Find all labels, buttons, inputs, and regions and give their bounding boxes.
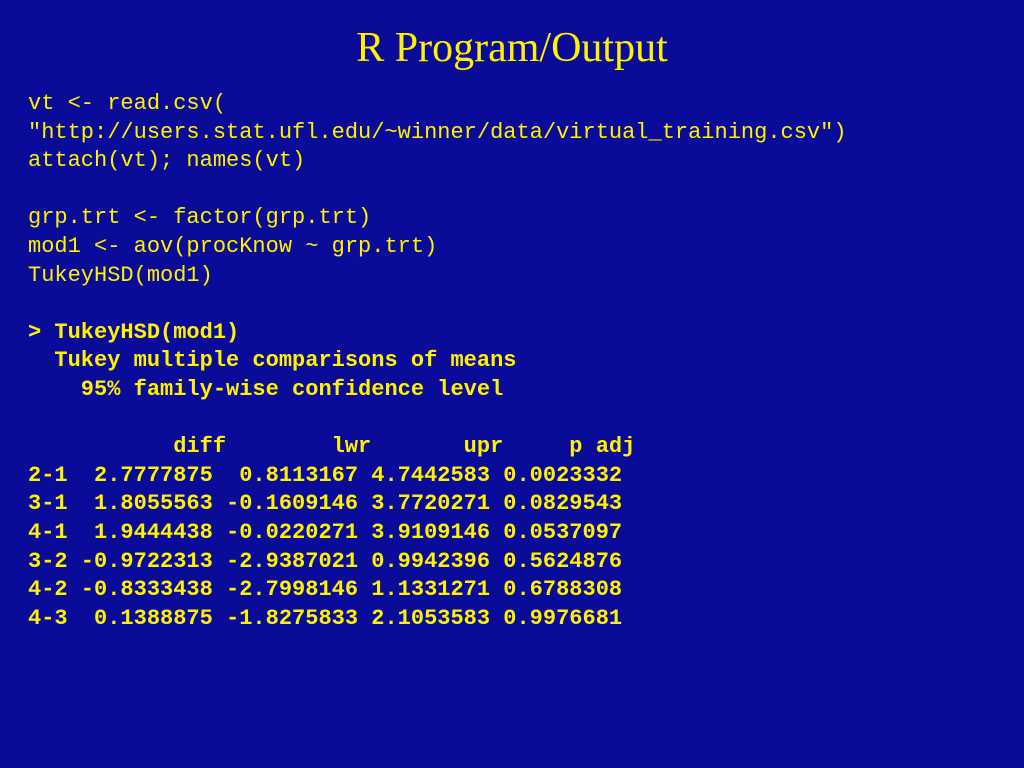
code-line: vt <- read.csv( (28, 91, 226, 116)
output-line: Tukey multiple comparisons of means (28, 348, 516, 373)
slide-title: R Program/Output (0, 0, 1024, 90)
code-block: vt <- read.csv( "http://users.stat.ufl.e… (0, 90, 1024, 633)
code-line: mod1 <- aov(procKnow ~ grp.trt) (28, 234, 437, 259)
output-row: 3-2 -0.9722313 -2.9387021 0.9942396 0.56… (28, 549, 622, 574)
output-line: 95% family-wise confidence level (28, 377, 503, 402)
output-row: 4-3 0.1388875 -1.8275833 2.1053583 0.997… (28, 606, 622, 631)
code-line: grp.trt <- factor(grp.trt) (28, 205, 371, 230)
code-line: attach(vt); names(vt) (28, 148, 305, 173)
code-line: TukeyHSD(mod1) (28, 263, 213, 288)
output-line: > TukeyHSD(mod1) (28, 320, 239, 345)
output-header: diff lwr upr p adj (28, 434, 635, 459)
output-row: 4-1 1.9444438 -0.0220271 3.9109146 0.053… (28, 520, 622, 545)
output-row: 3-1 1.8055563 -0.1609146 3.7720271 0.082… (28, 491, 622, 516)
code-line: "http://users.stat.ufl.edu/~winner/data/… (28, 120, 847, 145)
output-row: 4-2 -0.8333438 -2.7998146 1.1331271 0.67… (28, 577, 622, 602)
output-row: 2-1 2.7777875 0.8113167 4.7442583 0.0023… (28, 463, 622, 488)
